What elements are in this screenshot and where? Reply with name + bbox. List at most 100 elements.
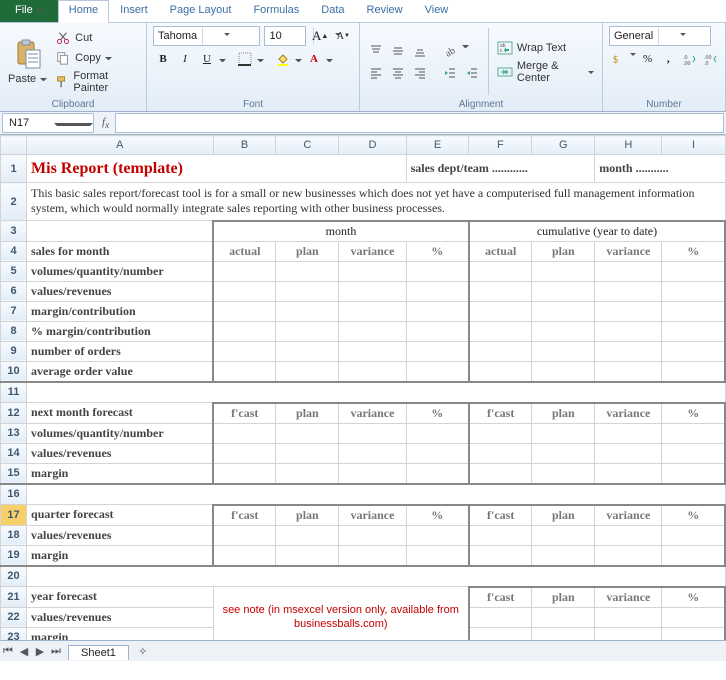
increase-indent-button[interactable] — [462, 64, 482, 82]
group-title-clipboard: Clipboard — [6, 97, 140, 110]
row-4[interactable]: 4 — [1, 241, 27, 261]
col-H[interactable]: H — [595, 136, 662, 155]
row-5[interactable]: 5 — [1, 261, 27, 281]
increase-decimal-button[interactable]: .0.00 — [680, 50, 699, 68]
row-17[interactable]: 17 — [1, 505, 27, 526]
col-E[interactable]: E — [406, 136, 469, 155]
row-19[interactable]: 19 — [1, 545, 27, 566]
tab-formulas[interactable]: Formulas — [242, 0, 310, 22]
underline-dd[interactable] — [219, 56, 226, 63]
nav-last[interactable]: ⏭ — [48, 643, 64, 659]
hdr-fcast: f'cast — [214, 404, 275, 423]
row-21[interactable]: 21 — [1, 587, 27, 608]
align-left-button[interactable] — [366, 64, 386, 82]
tab-insert[interactable]: Insert — [109, 0, 159, 22]
align-top-button[interactable] — [366, 42, 386, 60]
nav-prev[interactable]: ◀ — [16, 643, 32, 659]
wrap-text-button[interactable]: abcWrap Text — [495, 39, 596, 57]
column-headers[interactable]: A B C D E F G H I — [1, 136, 726, 155]
comma-button[interactable]: , — [659, 50, 678, 68]
row-11[interactable]: 11 — [1, 382, 27, 403]
row-vol: volumes/quantity/number — [27, 262, 212, 281]
row-22[interactable]: 22 — [1, 607, 27, 627]
row-9[interactable]: 9 — [1, 341, 27, 361]
percent-button[interactable]: % — [638, 50, 657, 68]
name-box[interactable]: N17 — [2, 113, 94, 133]
align-center-button[interactable] — [388, 64, 408, 82]
paste-icon[interactable] — [12, 38, 44, 70]
sheet-tab-bar: ⏮ ◀ ▶ ⏭ Sheet1 ✧ — [0, 640, 726, 661]
row-15[interactable]: 15 — [1, 463, 27, 484]
row-13[interactable]: 13 — [1, 423, 27, 443]
grow-font-button[interactable]: A▲ — [310, 27, 329, 45]
fx-icon[interactable]: fx — [96, 116, 115, 130]
underline-button[interactable]: U — [197, 50, 217, 68]
row-14[interactable]: 14 — [1, 443, 27, 463]
month-header: month — [214, 222, 468, 241]
tab-file[interactable]: File — [0, 0, 58, 22]
col-A[interactable]: A — [27, 136, 214, 155]
row-7[interactable]: 7 — [1, 301, 27, 321]
tab-data[interactable]: Data — [310, 0, 355, 22]
fontcolor-dd[interactable] — [326, 56, 333, 63]
col-D[interactable]: D — [339, 136, 406, 155]
worksheet[interactable]: A B C D E F G H I 1 Mis Report (template… — [0, 135, 726, 661]
font-size-combo[interactable]: 10 — [264, 26, 306, 46]
decrease-decimal-button[interactable]: .00.0 — [700, 50, 719, 68]
hdr-fcast5: f'cast — [470, 588, 531, 607]
tab-view[interactable]: View — [414, 0, 460, 22]
nav-first[interactable]: ⏮ — [0, 643, 16, 659]
orientation-button[interactable]: ab — [440, 42, 460, 60]
acct-dd[interactable] — [630, 50, 637, 57]
italic-button[interactable]: I — [175, 50, 195, 68]
align-right-button[interactable] — [410, 64, 430, 82]
merge-center-button[interactable]: Merge & Center — [495, 59, 596, 85]
shrink-font-button[interactable]: A▼ — [334, 27, 353, 45]
border-button[interactable] — [235, 50, 255, 68]
align-bottom-button[interactable] — [410, 42, 430, 60]
formula-input[interactable] — [115, 113, 724, 133]
fill-color-button[interactable] — [273, 50, 293, 68]
row-3[interactable]: 3 — [1, 221, 27, 242]
row-16[interactable]: 16 — [1, 484, 27, 505]
nav-next[interactable]: ▶ — [32, 643, 48, 659]
row-12[interactable]: 12 — [1, 403, 27, 424]
row-val: values/revenues — [27, 282, 212, 301]
row-1[interactable]: 1 — [1, 155, 27, 183]
copy-button[interactable]: Copy — [53, 49, 140, 67]
row-8[interactable]: 8 — [1, 321, 27, 341]
bold-button[interactable]: B — [153, 50, 173, 68]
tab-review[interactable]: Review — [356, 0, 414, 22]
hdr-plan: plan — [276, 242, 338, 261]
orientation-dd[interactable] — [462, 42, 469, 49]
col-G[interactable]: G — [532, 136, 595, 155]
group-number: General $ % , .0.00 .00.0 Number — [603, 23, 726, 111]
font-color-button[interactable]: A — [304, 50, 324, 68]
align-middle-button[interactable] — [388, 42, 408, 60]
row-10[interactable]: 10 — [1, 361, 27, 382]
tab-pagelayout[interactable]: Page Layout — [159, 0, 243, 22]
format-painter-button[interactable]: Format Painter — [53, 69, 140, 95]
formula-bar: N17 fx — [0, 112, 726, 135]
row-2[interactable]: 2 — [1, 183, 27, 221]
paste-button[interactable]: Paste — [6, 72, 49, 86]
ribbon: Paste Cut Copy Format Painter Clipboard … — [0, 23, 726, 112]
tab-home[interactable]: Home — [58, 0, 109, 23]
cut-button[interactable]: Cut — [53, 29, 140, 47]
number-format-combo[interactable]: General — [609, 26, 711, 46]
row-20[interactable]: 20 — [1, 566, 27, 587]
font-name-combo[interactable]: Tahoma — [153, 26, 260, 46]
col-F[interactable]: F — [469, 136, 532, 155]
decrease-indent-button[interactable] — [440, 64, 460, 82]
accounting-button[interactable]: $ — [609, 50, 628, 68]
new-sheet-button[interactable]: ✧ — [135, 643, 151, 659]
row-18[interactable]: 18 — [1, 525, 27, 545]
border-dd[interactable] — [257, 56, 264, 63]
col-I[interactable]: I — [662, 136, 725, 155]
fill-dd[interactable] — [295, 56, 302, 63]
hdr-fcast2: f'cast — [470, 404, 531, 423]
col-B[interactable]: B — [213, 136, 276, 155]
col-C[interactable]: C — [276, 136, 339, 155]
row-6[interactable]: 6 — [1, 281, 27, 301]
sheet-tab-1[interactable]: Sheet1 — [68, 645, 129, 660]
